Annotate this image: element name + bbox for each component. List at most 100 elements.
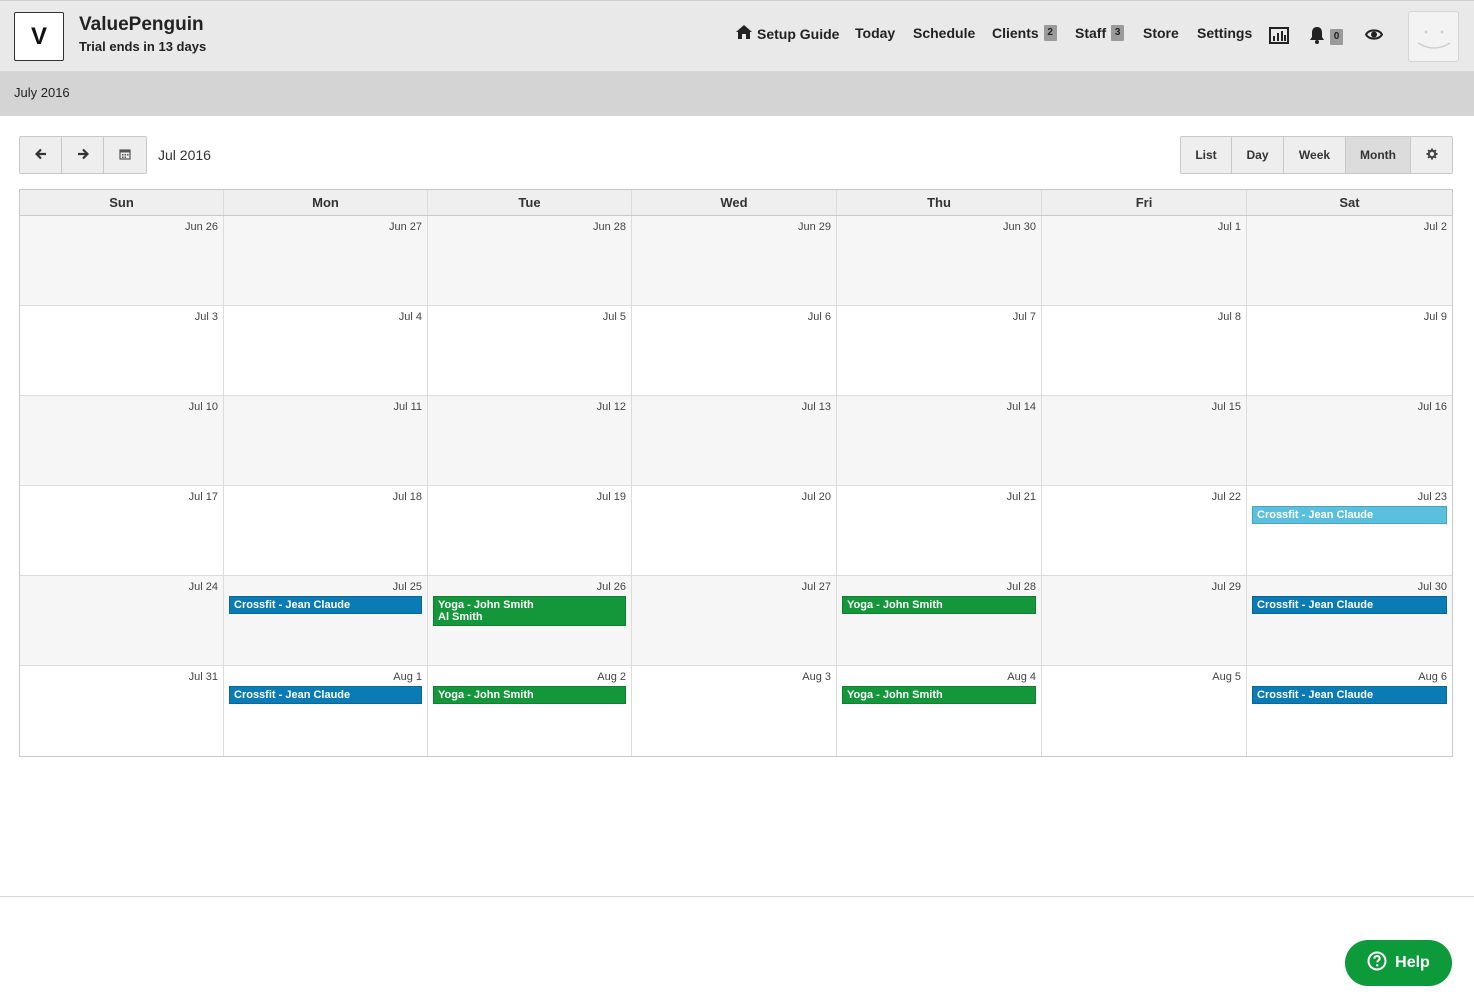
- prev-button[interactable]: [20, 137, 62, 173]
- day-cell[interactable]: Jul 30 Crossfit - Jean Claude: [1247, 576, 1452, 665]
- day-number[interactable]: Jul 5: [603, 311, 626, 323]
- day-number[interactable]: Jul 15: [1212, 401, 1241, 413]
- day-number[interactable]: Jul 28: [1007, 581, 1036, 593]
- day-number[interactable]: Jun 30: [1003, 221, 1036, 233]
- day-number[interactable]: Jul 4: [399, 311, 422, 323]
- calendar-event[interactable]: Yoga - John Smith Al Smith: [433, 596, 626, 626]
- view-list-button[interactable]: List: [1181, 137, 1232, 173]
- day-number[interactable]: Jul 24: [189, 581, 218, 593]
- day-number[interactable]: Jun 26: [185, 221, 218, 233]
- nav-clients[interactable]: Clients 2: [992, 25, 1057, 41]
- day-number[interactable]: Jun 27: [389, 221, 422, 233]
- day-cell[interactable]: Aug 5: [1042, 666, 1247, 756]
- day-number[interactable]: Jul 31: [189, 671, 218, 683]
- calendar-event[interactable]: Crossfit - Jean Claude: [229, 596, 422, 614]
- nav-today[interactable]: Today: [855, 25, 895, 41]
- day-cell[interactable]: Jul 5: [428, 306, 632, 395]
- day-number[interactable]: Jul 23: [1418, 491, 1447, 503]
- day-cell[interactable]: Jul 24: [20, 576, 224, 665]
- calendar-event[interactable]: Crossfit - Jean Claude: [1252, 686, 1447, 704]
- brand-name[interactable]: ValuePenguin: [79, 14, 204, 36]
- calendar-event[interactable]: Crossfit - Jean Claude: [1252, 596, 1447, 614]
- view-week-button[interactable]: Week: [1284, 137, 1346, 173]
- day-number[interactable]: Jul 12: [597, 401, 626, 413]
- day-number[interactable]: Jul 11: [393, 401, 422, 413]
- day-cell[interactable]: Jul 18: [224, 486, 428, 575]
- day-number[interactable]: Jul 20: [802, 491, 831, 503]
- day-cell[interactable]: Jul 15: [1042, 396, 1247, 485]
- day-cell[interactable]: Jul 25 Crossfit - Jean Claude: [224, 576, 428, 665]
- day-number[interactable]: Jul 26: [597, 581, 626, 593]
- day-number[interactable]: Jul 17: [189, 491, 218, 503]
- day-cell[interactable]: Jul 27: [632, 576, 837, 665]
- day-cell[interactable]: Jul 20: [632, 486, 837, 575]
- day-number[interactable]: Jul 29: [1212, 581, 1241, 593]
- day-cell[interactable]: Jul 3: [20, 306, 224, 395]
- nav-settings[interactable]: Settings: [1197, 25, 1252, 41]
- day-cell[interactable]: Jul 11: [224, 396, 428, 485]
- day-cell[interactable]: Jul 12: [428, 396, 632, 485]
- calendar-settings-button[interactable]: [1411, 137, 1452, 173]
- help-button[interactable]: Help: [1345, 940, 1452, 986]
- day-number[interactable]: Jun 28: [593, 221, 626, 233]
- day-number[interactable]: Jul 21: [1007, 491, 1036, 503]
- day-number[interactable]: Jul 7: [1013, 311, 1036, 323]
- nav-staff[interactable]: Staff 3: [1075, 25, 1125, 41]
- day-number[interactable]: Aug 1: [393, 671, 422, 683]
- day-number[interactable]: Jul 6: [808, 311, 831, 323]
- day-cell[interactable]: Jul 1: [1042, 216, 1247, 305]
- day-number[interactable]: Jul 25: [393, 581, 422, 593]
- day-cell[interactable]: Jul 28 Yoga - John Smith: [837, 576, 1042, 665]
- day-cell[interactable]: Jul 9: [1247, 306, 1452, 395]
- day-cell[interactable]: Jun 30: [837, 216, 1042, 305]
- calendar-event[interactable]: Yoga - John Smith: [433, 686, 626, 704]
- day-number[interactable]: Jul 9: [1424, 311, 1447, 323]
- day-number[interactable]: Jul 19: [597, 491, 626, 503]
- day-cell[interactable]: Aug 6 Crossfit - Jean Claude: [1247, 666, 1452, 756]
- day-cell[interactable]: Jun 26: [20, 216, 224, 305]
- nav-store[interactable]: Store: [1143, 25, 1179, 41]
- day-number[interactable]: Jul 18: [393, 491, 422, 503]
- day-cell[interactable]: Jul 2: [1247, 216, 1452, 305]
- day-number[interactable]: Jul 10: [189, 401, 218, 413]
- day-number[interactable]: Jul 1: [1218, 221, 1241, 233]
- day-cell[interactable]: Jul 14: [837, 396, 1042, 485]
- day-cell[interactable]: Jun 27: [224, 216, 428, 305]
- user-avatar[interactable]: [1408, 11, 1459, 62]
- day-cell[interactable]: Jul 31: [20, 666, 224, 756]
- calendar-event[interactable]: Yoga - John Smith: [842, 686, 1036, 704]
- day-cell[interactable]: Jul 29: [1042, 576, 1247, 665]
- day-number[interactable]: Aug 2: [597, 671, 626, 683]
- day-number[interactable]: Aug 4: [1007, 671, 1036, 683]
- day-number[interactable]: Aug 3: [802, 671, 831, 683]
- day-number[interactable]: Jul 3: [195, 311, 218, 323]
- calendar-event[interactable]: Crossfit - Jean Claude: [229, 686, 422, 704]
- day-cell[interactable]: Aug 3: [632, 666, 837, 756]
- calendar-event[interactable]: Yoga - John Smith: [842, 596, 1036, 614]
- day-number[interactable]: Jul 13: [802, 401, 831, 413]
- nav-setup-guide[interactable]: Setup Guide: [736, 25, 839, 42]
- view-day-button[interactable]: Day: [1232, 137, 1284, 173]
- nav-schedule[interactable]: Schedule: [913, 25, 975, 41]
- reports-icon[interactable]: [1269, 27, 1289, 44]
- day-number[interactable]: Jul 30: [1418, 581, 1447, 593]
- day-number[interactable]: Aug 5: [1212, 671, 1241, 683]
- view-month-button[interactable]: Month: [1346, 137, 1411, 173]
- day-cell[interactable]: Aug 1 Crossfit - Jean Claude: [224, 666, 428, 756]
- day-number[interactable]: Jul 8: [1218, 311, 1241, 323]
- brand-logo[interactable]: V: [14, 12, 64, 61]
- day-number[interactable]: Jul 16: [1418, 401, 1447, 413]
- day-cell[interactable]: Jul 16: [1247, 396, 1452, 485]
- day-cell[interactable]: Jul 26 Yoga - John Smith Al Smith: [428, 576, 632, 665]
- day-cell[interactable]: Jul 17: [20, 486, 224, 575]
- day-cell[interactable]: Jul 7: [837, 306, 1042, 395]
- day-number[interactable]: Jul 2: [1424, 221, 1447, 233]
- day-cell[interactable]: Jul 4: [224, 306, 428, 395]
- day-cell[interactable]: Jun 28: [428, 216, 632, 305]
- day-cell[interactable]: Jun 29: [632, 216, 837, 305]
- calendar-event[interactable]: Crossfit - Jean Claude: [1252, 506, 1447, 524]
- day-cell[interactable]: Jul 8: [1042, 306, 1247, 395]
- day-cell[interactable]: Jul 22: [1042, 486, 1247, 575]
- day-number[interactable]: Jul 14: [1007, 401, 1036, 413]
- notifications-button[interactable]: 0: [1309, 27, 1343, 47]
